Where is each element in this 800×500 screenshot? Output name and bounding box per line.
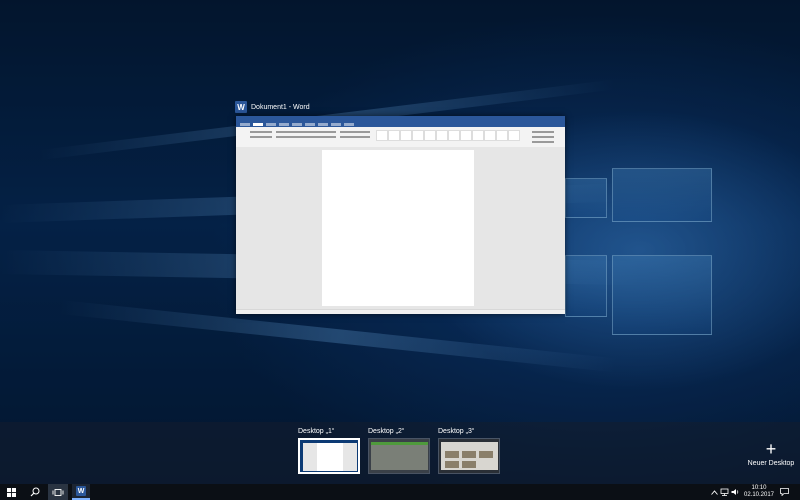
new-desktop-label: Neuer Desktop	[747, 460, 795, 467]
task-view-icon[interactable]	[48, 484, 68, 500]
chevron-up-icon[interactable]	[711, 484, 719, 500]
window-title-bar: W Dokument1 - Word	[235, 99, 310, 115]
word-icon: W	[235, 101, 247, 113]
desktop-3[interactable]: Desktop „3“	[438, 427, 502, 474]
window-title: Dokument1 - Word	[251, 103, 310, 111]
desktop-2-thumbnail[interactable]	[368, 438, 430, 474]
document-page-preview	[322, 150, 474, 306]
taskbar-clock[interactable]: 10:10 02.10.2017	[742, 485, 776, 499]
word-icon: W	[76, 486, 86, 496]
desktop-2-label: Desktop „2“	[368, 428, 405, 435]
desktop-2[interactable]: Desktop „2“	[368, 427, 432, 474]
ribbon-preview	[236, 127, 565, 148]
search-icon[interactable]	[27, 484, 43, 500]
desktop-1-thumbnail[interactable]	[298, 438, 360, 474]
new-desktop-button[interactable]: + Neuer Desktop	[746, 440, 796, 467]
windows-logo-icon[interactable]	[4, 484, 18, 500]
taskbar	[0, 484, 800, 500]
network-icon[interactable]	[720, 484, 730, 500]
action-center-icon[interactable]	[780, 484, 792, 500]
word-window-preview[interactable]: W Dokument1 - Word	[233, 99, 565, 315]
desktop-1-label: Desktop „1“	[298, 428, 335, 435]
volume-icon[interactable]	[731, 484, 741, 500]
desktop-3-label: Desktop „3“	[438, 428, 475, 435]
window-thumbnail[interactable]	[236, 116, 565, 314]
plus-icon: +	[765, 439, 777, 459]
clock-date: 02.10.2017	[743, 492, 775, 498]
desktop-3-thumbnail[interactable]	[438, 438, 500, 474]
desktop-1[interactable]: Desktop „1“	[298, 427, 362, 474]
clock-time: 10:10	[751, 485, 767, 491]
word-taskbar-icon[interactable]: W	[72, 484, 90, 500]
